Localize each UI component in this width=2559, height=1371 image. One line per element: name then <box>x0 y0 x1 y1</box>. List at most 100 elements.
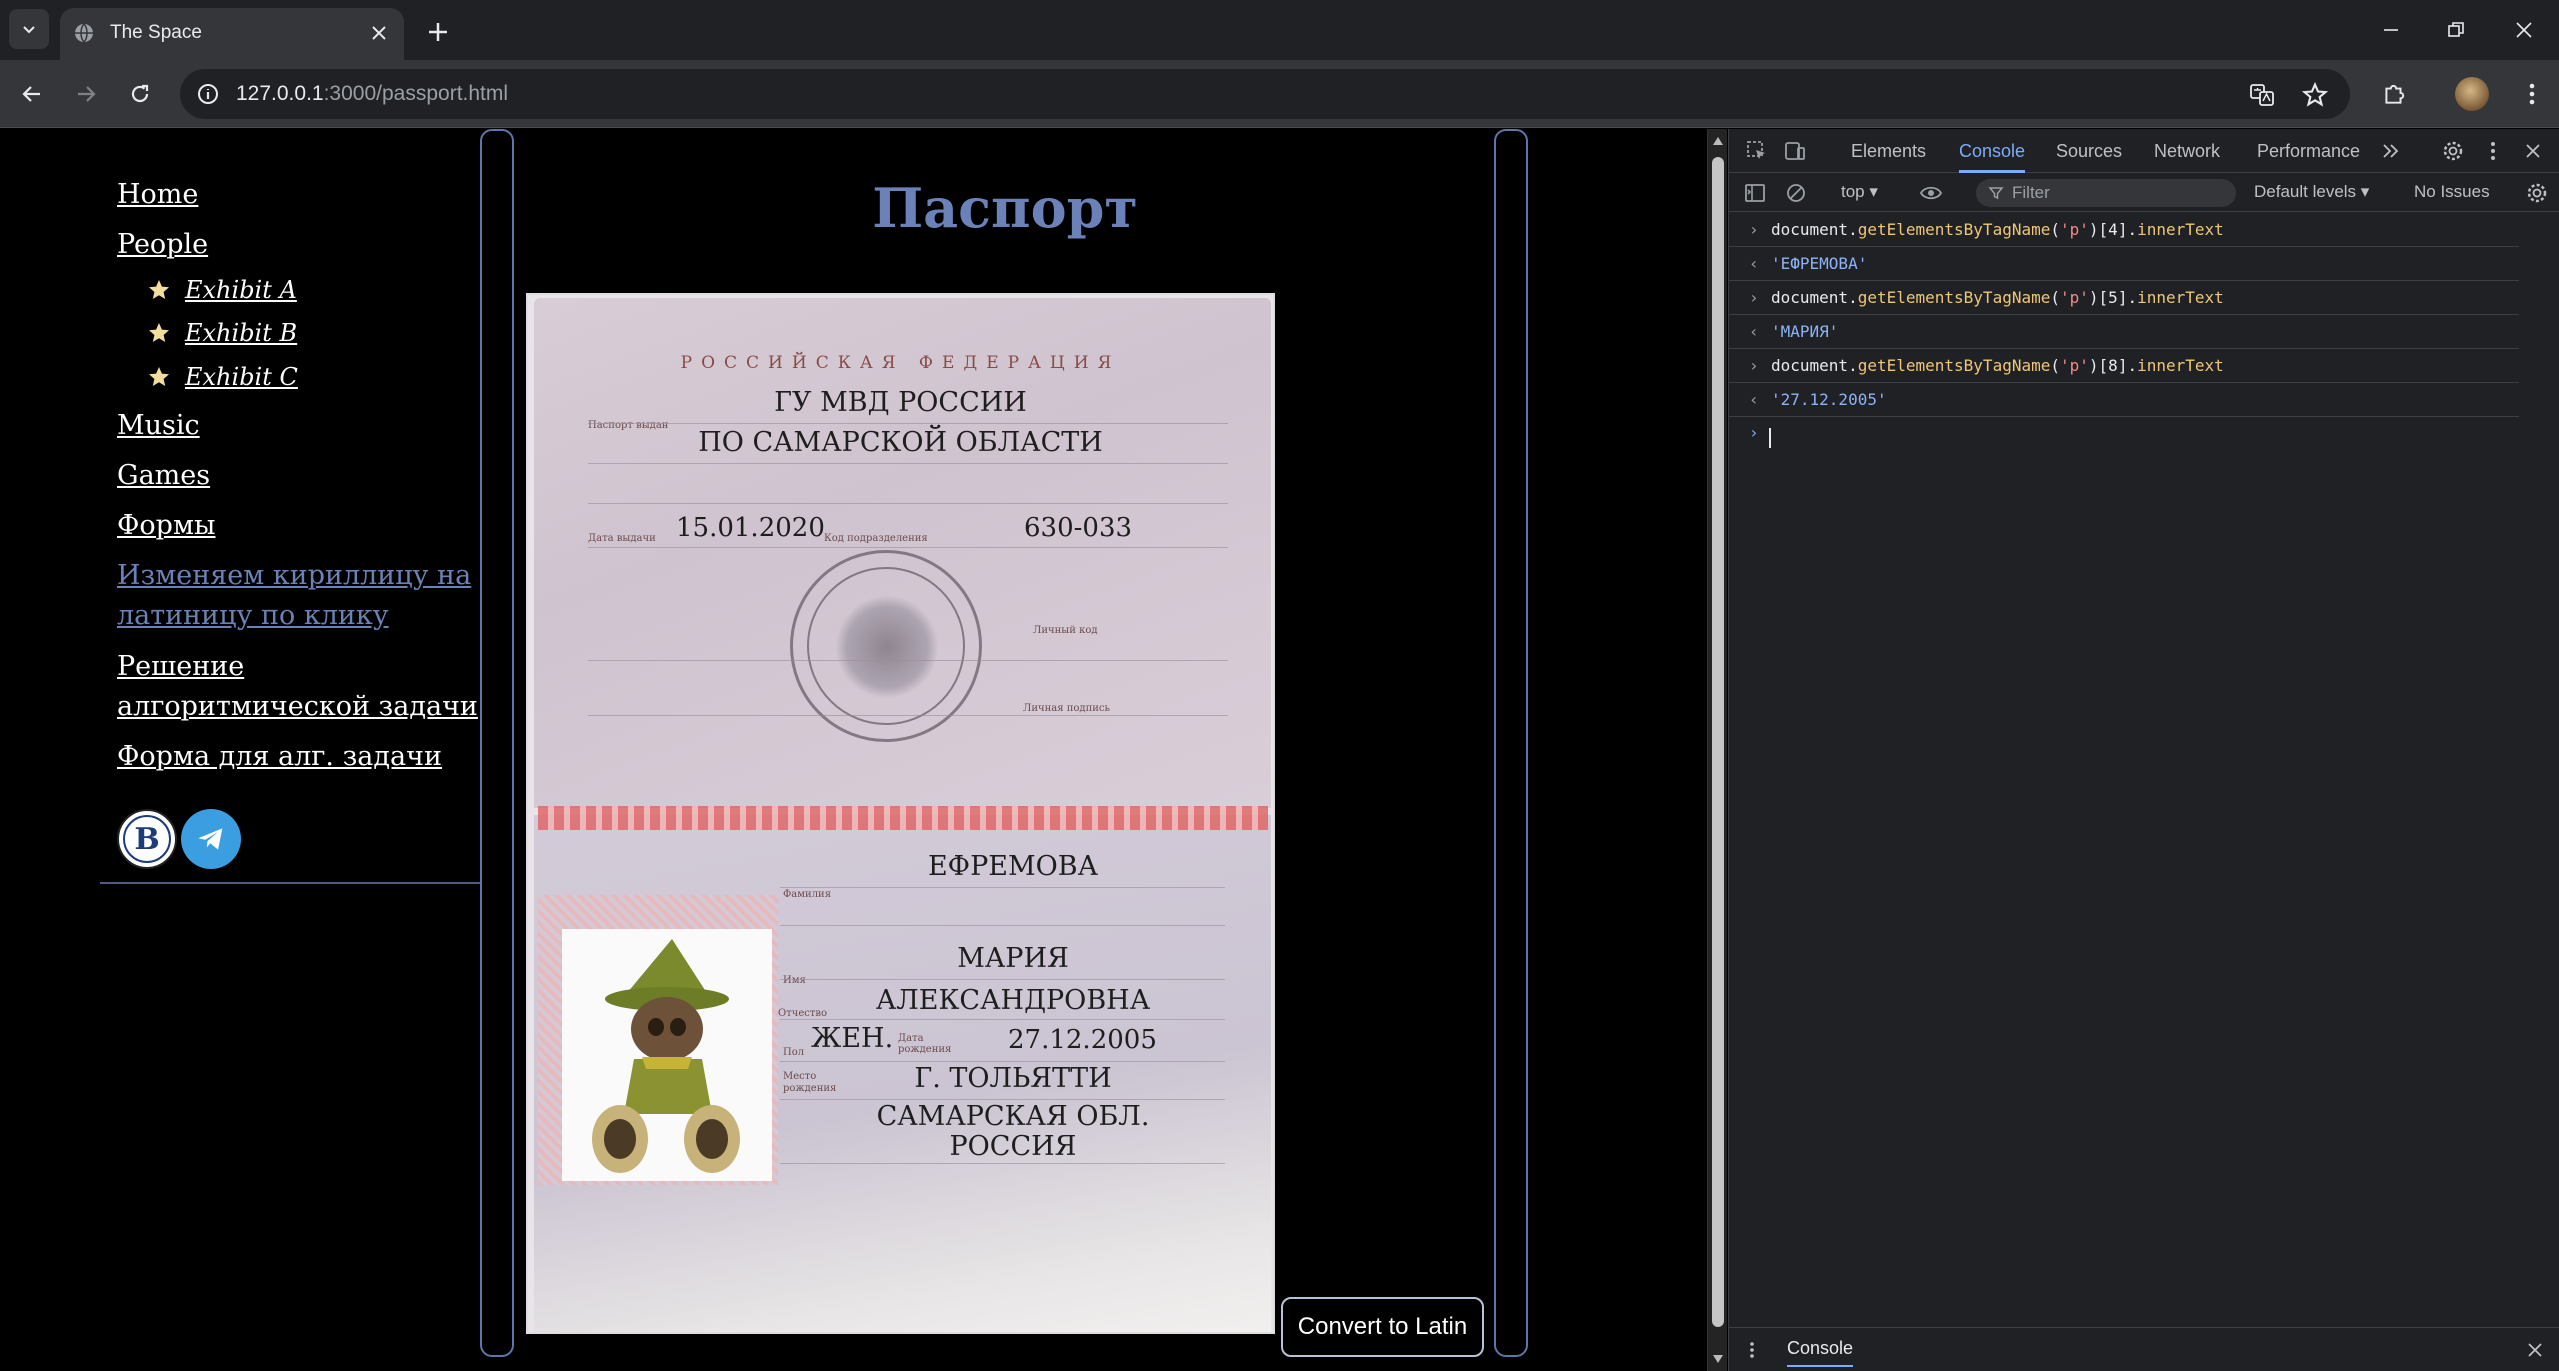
devtools-drawer: Console <box>1729 1327 2559 1371</box>
personal-code-label: Личный код <box>1033 625 1098 636</box>
close-devtools-icon[interactable] <box>2521 139 2545 163</box>
console-filter-input[interactable]: Filter <box>1976 179 2236 207</box>
passport-image: РОССИЙСКАЯ ФЕДЕРАЦИЯ Паспорт выдан ГУ МВ… <box>526 293 1275 1334</box>
devtools-tabbar: Elements Console Sources Network Perform… <box>1729 129 2559 173</box>
new-tab-icon[interactable] <box>420 14 456 50</box>
nav-link-music[interactable]: Music <box>117 406 200 446</box>
nav-link-games[interactable]: Games <box>117 456 210 496</box>
scroll-down-arrow-icon[interactable] <box>1713 1355 1723 1363</box>
nav-sub-item-exhibit-c: Exhibit C <box>147 359 298 395</box>
nav-link-people[interactable]: People <box>117 225 208 265</box>
divider <box>588 463 1228 464</box>
clear-console-icon[interactable] <box>1784 181 1808 205</box>
eye-icon[interactable] <box>1919 181 1943 205</box>
console-input-row: › document.getElementsByTagName('p')[4].… <box>1729 213 2519 247</box>
globe-icon <box>75 23 93 43</box>
page-viewport: Home People Exhibit A Exhibit B Exhibit … <box>0 129 1707 1371</box>
active-tab[interactable]: The Space <box>60 8 404 60</box>
settings-gear-icon[interactable] <box>2441 139 2465 163</box>
drawer-menu-icon[interactable] <box>1747 1340 1757 1360</box>
code-label: Код подразделения <box>824 533 928 544</box>
right-frame-border <box>1494 129 1528 1357</box>
site-navigation: Home People Exhibit A Exhibit B Exhibit … <box>100 129 480 884</box>
devtools-tab-network[interactable]: Network <box>2154 129 2220 173</box>
log-levels-dropdown[interactable]: Default levels ▾ <box>2254 182 2369 202</box>
forward-button[interactable] <box>66 74 106 114</box>
page-scrollbar[interactable] <box>1707 129 1727 1371</box>
filter-icon <box>1988 187 2004 200</box>
console-settings-gear-icon[interactable] <box>2525 181 2549 205</box>
nav-link-algorithm-solution[interactable]: Решение алгоритмической задачи <box>117 647 478 727</box>
nav-link-exhibit-c[interactable]: Exhibit C <box>185 359 298 395</box>
birth-place-line1: Г. ТОЛЬЯТТИ <box>914 1063 1112 1094</box>
profile-avatar[interactable] <box>2455 77 2489 111</box>
hse-logo-link[interactable]: В <box>117 809 177 869</box>
close-tab-icon[interactable] <box>366 20 392 46</box>
console-input-row: › document.getElementsByTagName('p')[8].… <box>1729 349 2519 383</box>
star-icon <box>149 367 169 386</box>
nav-link-home[interactable]: Home <box>117 175 198 215</box>
close-window-button[interactable] <box>2489 0 2559 60</box>
devtools-tab-console[interactable]: Console <box>1959 129 2026 173</box>
context-selector[interactable]: top ▾ <box>1841 182 1878 202</box>
console-input-caret[interactable] <box>1769 428 1771 448</box>
sex: ЖЕН. <box>811 1023 894 1054</box>
arrow-right-icon <box>78 86 96 102</box>
scrollbar-thumb[interactable] <box>1712 157 1724 1327</box>
info-icon[interactable] <box>196 82 220 106</box>
close-drawer-icon[interactable] <box>2525 1340 2545 1360</box>
issued-by-line1: ГУ МВД РОССИИ <box>774 387 1027 418</box>
reload-icon <box>131 84 149 103</box>
browser-toolbar: 127.0.0.1:3000/passport.html <box>0 60 2559 128</box>
sex-label: Пол <box>783 1047 805 1058</box>
divider <box>588 660 1228 661</box>
input-chevron-icon: › <box>1749 220 1759 239</box>
minimize-icon <box>2384 29 2398 31</box>
drawer-tab-console[interactable]: Console <box>1787 1338 1854 1367</box>
nav-link-forms[interactable]: Формы <box>117 506 215 546</box>
address-bar[interactable]: 127.0.0.1:3000/passport.html <box>180 69 2350 119</box>
restore-button[interactable] <box>2421 0 2491 60</box>
extensions-button[interactable] <box>2374 74 2414 114</box>
passport-country: РОССИЙСКАЯ ФЕДЕРАЦИЯ <box>680 353 1121 373</box>
nav-link-algorithm-form[interactable]: Форма для алг. задачи <box>117 737 442 777</box>
console-input-row: › document.getElementsByTagName('p')[5].… <box>1729 281 2519 315</box>
divider <box>780 887 1225 888</box>
given-name: МАРИЯ <box>957 943 1069 974</box>
devtools-menu-icon[interactable] <box>2481 139 2505 163</box>
passport-fold-strip <box>538 806 1268 830</box>
scroll-up-arrow-icon[interactable] <box>1713 137 1723 145</box>
convert-to-latin-button[interactable]: Convert to Latin <box>1281 1297 1484 1357</box>
inspect-element-icon[interactable] <box>1745 139 1769 163</box>
tab-title: The Space <box>110 22 202 43</box>
translate-icon[interactable] <box>2248 81 2276 109</box>
nav-link-exhibit-b[interactable]: Exhibit B <box>185 315 297 351</box>
device-toolbar-icon[interactable] <box>1783 139 1807 163</box>
console-toolbar: top ▾ Filter Default levels ▾ No Issues <box>1729 174 2559 212</box>
devtools-tab-sources[interactable]: Sources <box>2056 129 2122 173</box>
filter-placeholder: Filter <box>2012 183 2050 202</box>
output-chevron-icon: ‹ <box>1749 322 1759 341</box>
back-button[interactable] <box>12 74 52 114</box>
passport-photo <box>562 929 772 1181</box>
minimize-button[interactable] <box>2356 0 2426 60</box>
tab-search-button[interactable] <box>9 9 49 49</box>
divider <box>588 423 1228 424</box>
telegram-link[interactable] <box>181 809 241 869</box>
bookmark-star-icon[interactable] <box>2301 81 2329 109</box>
page-title: Паспорт <box>872 176 1138 240</box>
reload-button[interactable] <box>120 74 160 114</box>
more-tabs-icon[interactable] <box>2379 139 2403 163</box>
devtools-tab-elements[interactable]: Elements <box>1851 129 1926 173</box>
browser-menu-button[interactable] <box>2512 74 2552 114</box>
nav-link-exhibit-a[interactable]: Exhibit A <box>185 272 297 308</box>
console-output-row: ‹ '27.12.2005' <box>1729 383 2519 417</box>
divider <box>780 1061 1225 1062</box>
url-text: 127.0.0.1:3000/passport.html <box>236 82 509 105</box>
nav-link-cyrillic-to-latin[interactable]: Изменяем кириллицу на латиницу по клику <box>117 556 471 636</box>
issues-counter[interactable]: No Issues <box>2414 182 2490 202</box>
restore-icon <box>2448 22 2464 37</box>
devtools-tab-performance[interactable]: Performance <box>2257 129 2360 173</box>
sidebar-toggle-icon[interactable] <box>1743 181 1767 205</box>
patronymic: АЛЕКСАНДРОВНА <box>875 985 1151 1016</box>
